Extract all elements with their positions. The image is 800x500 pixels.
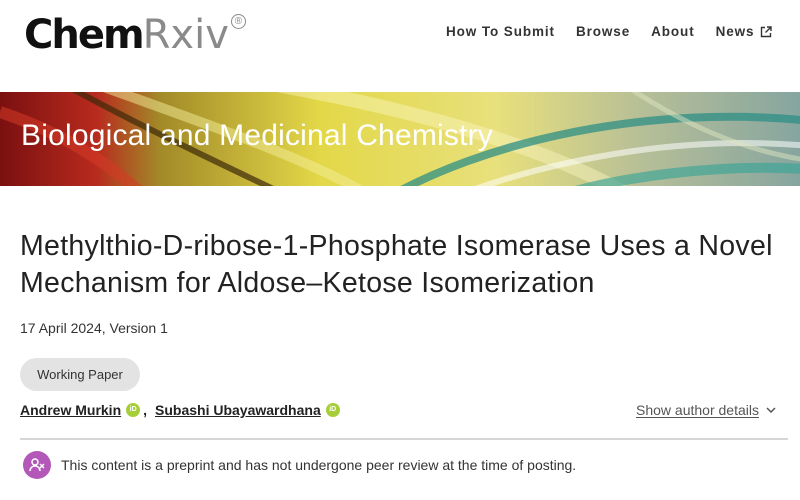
nav-label: About xyxy=(651,24,695,39)
subject-banner: Biological and Medicinal Chemistry xyxy=(0,92,800,186)
author-separator: , xyxy=(143,402,148,418)
nav-label: How To Submit xyxy=(446,24,555,39)
nav-label: Browse xyxy=(575,24,631,39)
divider xyxy=(20,438,788,440)
show-details-label: Show author details xyxy=(636,402,759,418)
nav-browse[interactable]: Browse xyxy=(576,24,630,39)
article-title: Methylthio-D-ribose-1-Phosphate Isomeras… xyxy=(20,230,773,299)
orcid-icon[interactable]: iD xyxy=(126,403,141,417)
nav-label: News xyxy=(715,24,755,39)
nav-how-to-submit[interactable]: How To Submit xyxy=(446,24,555,39)
content-type-badge[interactable]: Working Paper xyxy=(20,358,140,391)
logo-rxiv-text: Rxiv xyxy=(142,12,229,58)
author-link[interactable]: Subashi Ubayawardhana xyxy=(155,402,321,418)
show-author-details-button[interactable]: Show author details xyxy=(636,402,777,418)
logo-chem-text: Chem xyxy=(24,12,145,58)
preprint-notice: This content is a preprint and has not u… xyxy=(23,451,576,479)
chemrxiv-logo[interactable]: Chem Rxiv ® xyxy=(24,10,246,60)
site-header: Chem Rxiv ® How To Submit Browse About N… xyxy=(0,0,800,92)
registered-mark: ® xyxy=(230,14,246,29)
main-nav: How To Submit Browse About News xyxy=(446,24,793,39)
chevron-down-icon xyxy=(766,407,776,414)
author-link[interactable]: Andrew Murkin xyxy=(20,402,121,418)
publication-date: 17 April 2024, Version 1 xyxy=(20,320,168,336)
not-peer-reviewed-icon xyxy=(23,451,51,479)
external-link-icon xyxy=(761,25,773,37)
notice-text: This content is a preprint and has not u… xyxy=(61,457,577,473)
author-list: Andrew Murkin iD , Subashi Ubayawardhana… xyxy=(20,402,340,418)
nav-news[interactable]: News xyxy=(716,24,773,39)
nav-about[interactable]: About xyxy=(651,24,694,39)
subject-title: Biological and Medicinal Chemistry xyxy=(21,119,494,152)
orcid-icon[interactable]: iD xyxy=(325,403,340,417)
